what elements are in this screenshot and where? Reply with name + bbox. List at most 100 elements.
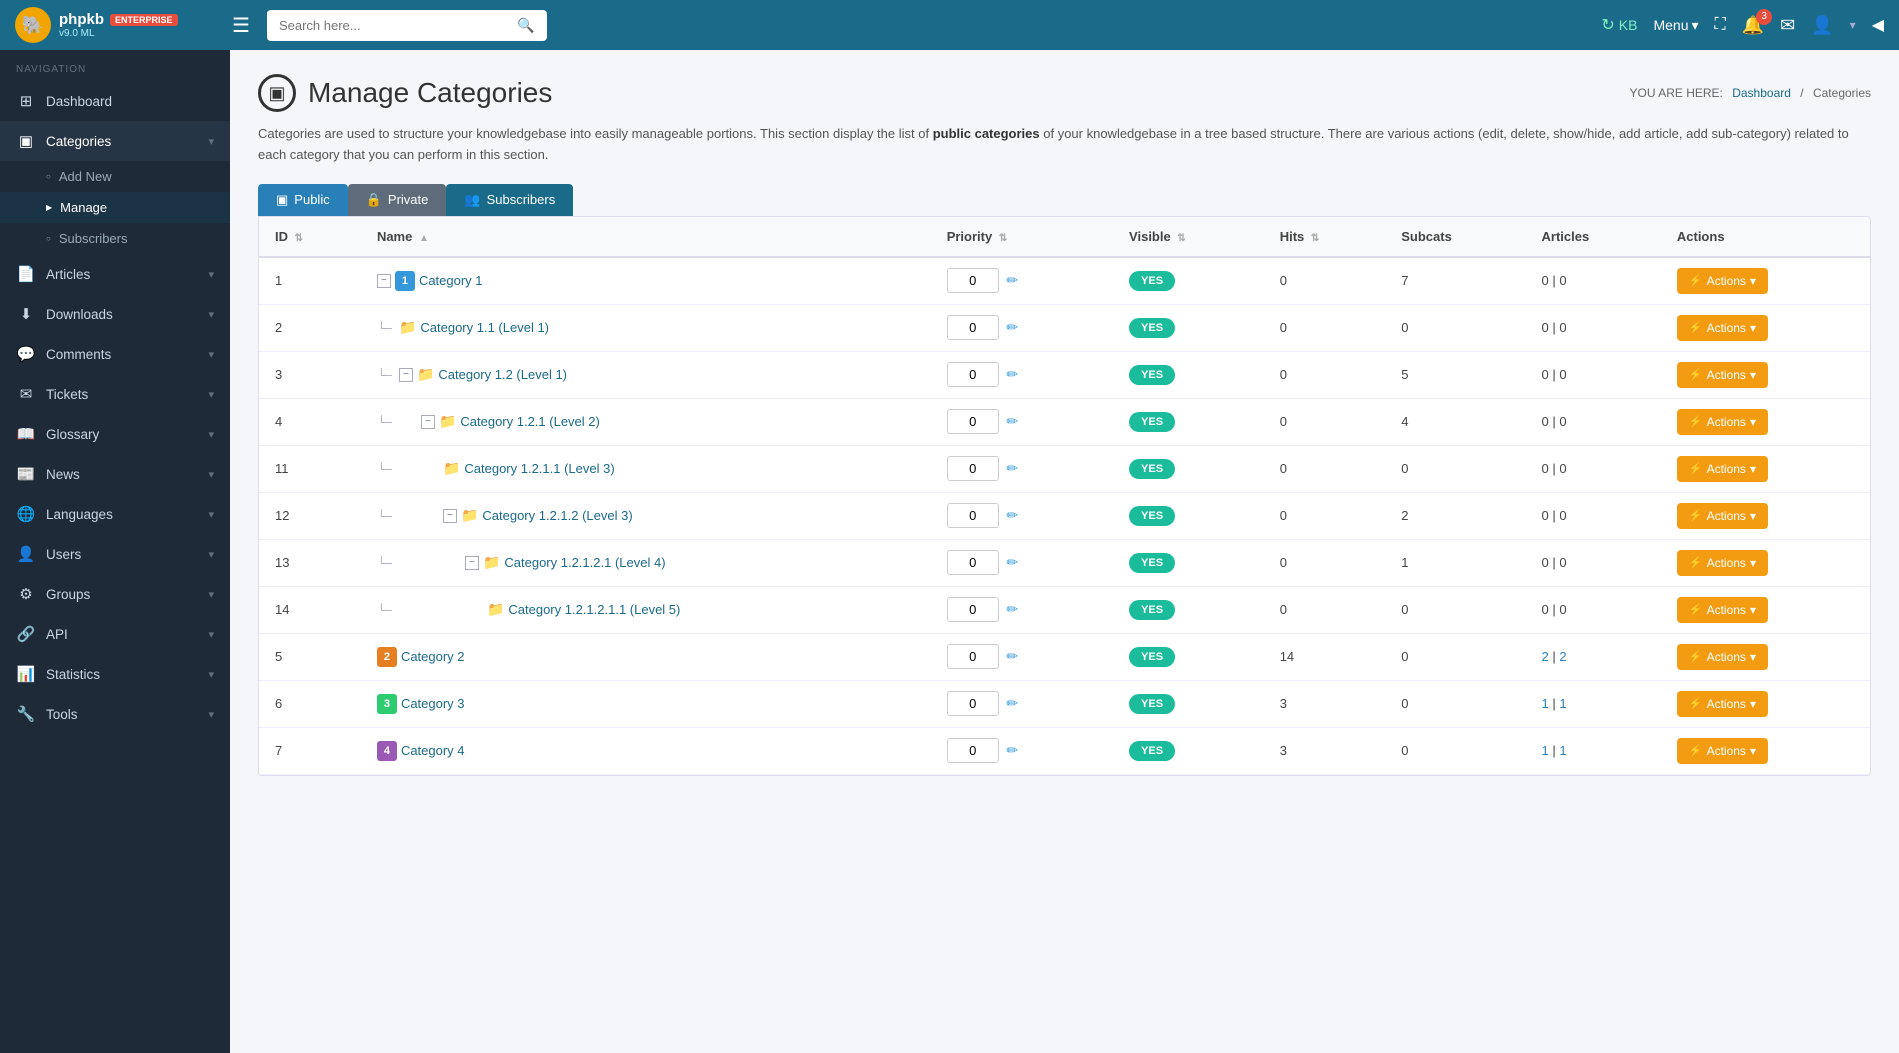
category-name-link[interactable]: Category 1.2 (Level 1) [438,367,567,382]
search-button[interactable]: 🔍 [507,10,544,41]
sidebar-subitem-add-new[interactable]: ○ Add New [0,161,230,192]
hamburger-button[interactable]: ☰ [227,8,255,43]
category-name-link[interactable]: Category 4 [401,743,465,758]
priority-edit-button[interactable]: ✏ [1002,693,1022,714]
priority-input[interactable] [947,738,999,763]
sidebar-item-downloads[interactable]: ⬇ Downloads ▾ [0,294,230,334]
priority-edit-button[interactable]: ✏ [1002,270,1022,291]
visible-badge[interactable]: YES [1129,318,1175,338]
articles-link[interactable]: 1 [1542,743,1549,758]
priority-edit-button[interactable]: ✏ [1002,599,1022,620]
sidebar-subitem-manage[interactable]: ▶ Manage [0,192,230,223]
visible-badge[interactable]: YES [1129,506,1175,526]
actions-button[interactable]: ⚡ Actions ▾ [1677,362,1768,388]
priority-edit-button[interactable]: ✏ [1002,458,1022,479]
sidebar-item-users[interactable]: 👤 Users ▾ [0,534,230,574]
visible-badge[interactable]: YES [1129,647,1175,667]
priority-input[interactable] [947,268,999,293]
actions-button[interactable]: ⚡ Actions ▾ [1677,550,1768,576]
fullscreen-icon[interactable]: ⛶ [1715,16,1726,34]
priority-edit-button[interactable]: ✏ [1002,411,1022,432]
visible-badge[interactable]: YES [1129,694,1175,714]
sidebar-item-api[interactable]: 🔗 API ▾ [0,614,230,654]
priority-edit-button[interactable]: ✏ [1002,740,1022,761]
visible-badge[interactable]: YES [1129,365,1175,385]
priority-input[interactable] [947,644,999,669]
priority-edit-button[interactable]: ✏ [1002,317,1022,338]
visible-badge[interactable]: YES [1129,741,1175,761]
sidebar-item-statistics[interactable]: 📊 Statistics ▾ [0,654,230,694]
sort-icon[interactable]: ⇅ [295,233,303,244]
collapse-toggle[interactable]: − [465,556,479,570]
kb-button[interactable]: ↻ KB [1601,15,1637,35]
sidebar-item-dashboard[interactable]: ⊞ Dashboard [0,81,230,121]
collapse-toggle[interactable]: − [421,415,435,429]
articles-link[interactable]: 2 [1542,649,1549,664]
visible-badge[interactable]: YES [1129,553,1175,573]
actions-button[interactable]: ⚡ Actions ▾ [1677,691,1768,717]
collapse-toggle[interactable]: − [399,368,413,382]
actions-button[interactable]: ⚡ Actions ▾ [1677,315,1768,341]
collapse-toggle[interactable]: − [377,274,391,288]
collapse-toggle[interactable]: − [443,509,457,523]
messages-icon[interactable]: ✉ [1780,15,1795,36]
sidebar-item-languages[interactable]: 🌐 Languages ▾ [0,494,230,534]
priority-input[interactable] [947,315,999,340]
actions-button[interactable]: ⚡ Actions ▾ [1677,456,1768,482]
sidebar-item-tickets[interactable]: ✉ Tickets ▾ [0,374,230,414]
user-dropdown-arrow[interactable]: ▾ [1850,18,1856,32]
sidebar-item-groups[interactable]: ⚙ Groups ▾ [0,574,230,614]
sidebar-subitem-subscribers[interactable]: ○ Subscribers [0,223,230,254]
category-name-link[interactable]: Category 1 [419,273,483,288]
search-input[interactable] [267,11,507,40]
priority-edit-button[interactable]: ✏ [1002,552,1022,573]
tab-subscribers[interactable]: 👥 Subscribers [446,184,573,216]
actions-button[interactable]: ⚡ Actions ▾ [1677,268,1768,294]
priority-edit-button[interactable]: ✏ [1002,646,1022,667]
breadcrumb-dashboard-link[interactable]: Dashboard [1732,86,1791,100]
category-name-link[interactable]: Category 1.2.1.2 (Level 3) [482,508,632,523]
sort-icon[interactable]: ⇅ [999,233,1007,244]
priority-input[interactable] [947,691,999,716]
visible-badge[interactable]: YES [1129,459,1175,479]
actions-button[interactable]: ⚡ Actions ▾ [1677,644,1768,670]
category-name-link[interactable]: Category 1.2.1 (Level 2) [460,414,599,429]
priority-edit-button[interactable]: ✏ [1002,364,1022,385]
actions-button[interactable]: ⚡ Actions ▾ [1677,409,1768,435]
priority-input[interactable] [947,597,999,622]
visible-badge[interactable]: YES [1129,412,1175,432]
sidebar-item-glossary[interactable]: 📖 Glossary ▾ [0,414,230,454]
sidebar-item-comments[interactable]: 💬 Comments ▾ [0,334,230,374]
category-name-link[interactable]: Category 3 [401,696,465,711]
category-name-link[interactable]: Category 1.1 (Level 1) [420,320,549,335]
avatar-icon[interactable]: 👤 [1811,15,1833,36]
actions-button[interactable]: ⚡ Actions ▾ [1677,503,1768,529]
articles-link[interactable]: 2 [1559,649,1566,664]
visible-badge[interactable]: YES [1129,600,1175,620]
category-name-link[interactable]: Category 1.2.1.2.1.1 (Level 5) [508,602,680,617]
articles-link[interactable]: 1 [1542,696,1549,711]
sidebar-item-articles[interactable]: 📄 Articles ▾ [0,254,230,294]
priority-input[interactable] [947,362,999,387]
sidebar-item-news[interactable]: 📰 News ▾ [0,454,230,494]
actions-button[interactable]: ⚡ Actions ▾ [1677,738,1768,764]
visible-badge[interactable]: YES [1129,271,1175,291]
menu-button[interactable]: Menu ▾ [1653,17,1698,34]
sort-icon[interactable]: ⇅ [1311,233,1319,244]
articles-link[interactable]: 1 [1559,696,1566,711]
actions-button[interactable]: ⚡ Actions ▾ [1677,597,1768,623]
sidebar-item-categories[interactable]: ▣ Categories ▾ [0,121,230,161]
sidebar-item-tools[interactable]: 🔧 Tools ▾ [0,694,230,734]
sort-icon[interactable]: ⇅ [1177,233,1185,244]
category-name-link[interactable]: Category 2 [401,649,465,664]
priority-input[interactable] [947,550,999,575]
collapse-sidebar-icon[interactable]: ◀ [1872,15,1884,35]
notifications-icon[interactable]: 🔔 3 [1742,15,1764,36]
priority-input[interactable] [947,503,999,528]
tab-private[interactable]: 🔒 Private [348,184,447,216]
sort-icon[interactable]: ▲ [419,233,429,244]
category-name-link[interactable]: Category 1.2.1.1 (Level 3) [464,461,614,476]
tab-public[interactable]: ▣ Public [258,184,348,216]
category-name-link[interactable]: Category 1.2.1.2.1 (Level 4) [504,555,665,570]
priority-edit-button[interactable]: ✏ [1002,505,1022,526]
